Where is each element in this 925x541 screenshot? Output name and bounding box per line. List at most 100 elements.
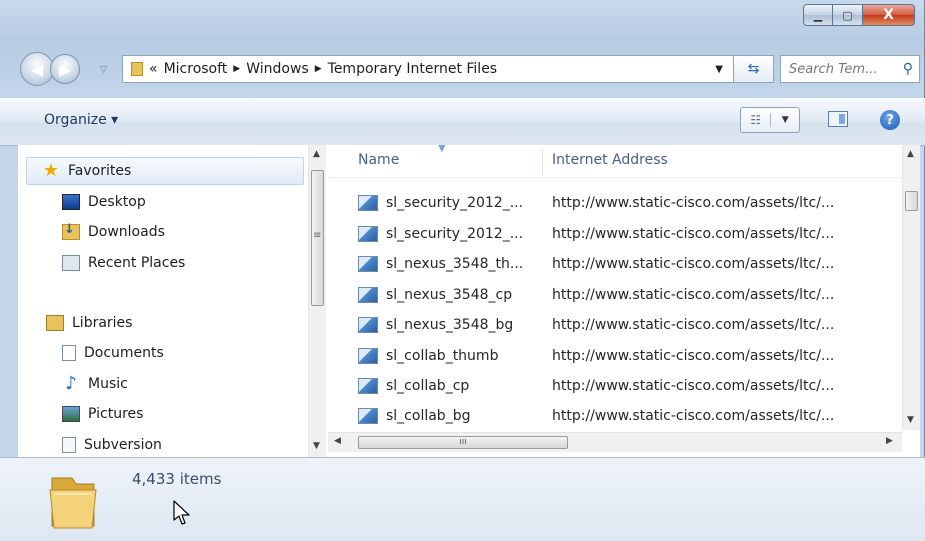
file-list: ▼ Name Internet Address sl_security_2012… — [328, 145, 920, 457]
address-dropdown-icon[interactable]: ▼ — [715, 64, 723, 75]
file-name: sl_collab_cp — [386, 378, 470, 394]
folder-icon — [131, 62, 143, 76]
column-divider[interactable] — [542, 149, 543, 175]
forward-button[interactable]: ▶ — [50, 54, 80, 84]
nav-item-pictures[interactable]: Pictures — [62, 400, 143, 428]
explorer-window: ▁ ▢ X ◀ ▶ ▽ « Microsoft ▶ Windows ▶ Temp… — [0, 0, 925, 541]
column-header-row: ▼ Name Internet Address — [328, 145, 920, 178]
organize-menu-button[interactable]: Organize ▾ — [44, 112, 118, 128]
navigation-pane-scrollbar[interactable]: ▲ ≡ ▼ — [308, 145, 326, 457]
image-file-icon — [358, 317, 378, 333]
list-item[interactable]: sl_collab_cp http://www.static-cisco.com… — [358, 374, 834, 398]
file-list-horizontal-scrollbar[interactable]: ◀ ııı ▶ — [328, 432, 902, 452]
mouse-pointer-icon — [173, 500, 190, 525]
back-button[interactable]: ◀ — [20, 52, 54, 86]
nav-label: Subversion — [84, 437, 162, 453]
nav-item-recent-places[interactable]: Recent Places — [62, 249, 185, 277]
nav-label: Desktop — [88, 194, 146, 210]
file-name: sl_security_2012_... — [386, 195, 524, 211]
image-file-icon — [358, 226, 378, 242]
nav-label: Music — [88, 376, 128, 392]
search-input[interactable] — [789, 61, 889, 77]
scroll-down-arrow-icon[interactable]: ▼ — [907, 415, 914, 425]
list-item[interactable]: sl_nexus_3548_cp http://www.static-cisco… — [358, 283, 834, 307]
nav-item-subversion[interactable]: Subversion — [62, 431, 162, 459]
nav-item-documents[interactable]: Documents — [62, 339, 164, 367]
breadcrumb-windows[interactable]: Windows — [246, 61, 309, 77]
scroll-down-arrow-icon[interactable]: ▼ — [313, 441, 320, 451]
close-button[interactable]: X — [863, 4, 915, 26]
file-url: http://www.static-cisco.com/assets/ltc/.… — [552, 408, 835, 424]
image-file-icon — [358, 408, 378, 424]
list-item[interactable]: sl_nexus_3548_th... http://www.static-ci… — [358, 252, 834, 276]
content-area: ★ Favorites Desktop Downloads Recent Pla… — [18, 145, 920, 457]
caption-buttons: ▁ ▢ X — [803, 4, 915, 26]
search-icon[interactable]: ⚲ — [903, 61, 913, 77]
back-arrow-icon: ◀ — [30, 59, 44, 79]
recent-pages-dropdown-icon[interactable]: ▽ — [100, 65, 107, 75]
file-url: http://www.static-cisco.com/assets/ltc/.… — [552, 378, 835, 394]
scrollbar-thumb[interactable]: ııı — [358, 436, 568, 449]
change-view-button[interactable]: ☷ ▼ — [740, 107, 800, 133]
list-item[interactable]: sl_nexus_3548_bg http://www.static-cisco… — [358, 313, 834, 337]
help-button[interactable]: ? — [880, 110, 900, 130]
nav-item-desktop[interactable]: Desktop — [62, 188, 146, 216]
subversion-icon — [62, 437, 76, 453]
nav-label: Downloads — [88, 224, 165, 240]
list-item[interactable]: sl_collab_bg http://www.static-cisco.com… — [358, 404, 834, 428]
image-file-icon — [358, 256, 378, 272]
scrollbar-thumb[interactable] — [905, 191, 918, 211]
refresh-button[interactable]: ⇆ — [734, 55, 774, 83]
nav-item-libraries[interactable]: Libraries — [46, 309, 132, 337]
nav-label: Documents — [84, 345, 164, 361]
scroll-grip-icon: ≡ — [313, 230, 322, 241]
breadcrumb-temporary-internet-files[interactable]: Temporary Internet Files — [328, 61, 497, 77]
preview-pane-button[interactable] — [828, 111, 848, 127]
list-item[interactable]: sl_collab_thumb http://www.static-cisco.… — [358, 344, 834, 368]
nav-item-downloads[interactable]: Downloads — [62, 218, 165, 246]
scroll-right-arrow-icon[interactable]: ▶ — [886, 436, 893, 446]
scroll-left-arrow-icon[interactable]: ◀ — [334, 436, 341, 446]
file-name: sl_collab_bg — [386, 408, 471, 424]
file-name: sl_collab_thumb — [386, 348, 499, 364]
sort-indicator-icon: ▼ — [438, 145, 446, 154]
search-box[interactable]: ⚲ — [780, 55, 920, 83]
command-bar: Organize ▾ ☷ ▼ ? — [0, 98, 925, 146]
view-dropdown-icon[interactable]: ▼ — [771, 115, 799, 125]
recent-places-icon — [62, 255, 80, 271]
breadcrumb-microsoft[interactable]: Microsoft — [164, 61, 228, 77]
scroll-up-arrow-icon[interactable]: ▲ — [313, 149, 320, 159]
list-view-icon[interactable]: ☷ — [741, 113, 772, 127]
file-url: http://www.static-cisco.com/assets/ltc/.… — [552, 317, 835, 333]
desktop-icon — [62, 194, 80, 210]
nav-item-music[interactable]: ♪ Music — [62, 370, 128, 398]
title-bar[interactable]: ▁ ▢ X — [0, 0, 925, 40]
breadcrumb-arrow-icon[interactable]: ▶ — [315, 64, 322, 74]
file-name: sl_nexus_3548_th... — [386, 256, 524, 272]
nav-item-favorites[interactable]: ★ Favorites — [42, 157, 131, 185]
image-file-icon — [358, 195, 378, 211]
music-note-icon: ♪ — [65, 373, 77, 394]
list-item[interactable]: sl_security_2012_... http://www.static-c… — [358, 222, 834, 246]
column-header-internet-address[interactable]: Internet Address — [552, 152, 668, 168]
help-icon: ? — [886, 112, 894, 128]
file-url: http://www.static-cisco.com/assets/ltc/.… — [552, 195, 835, 211]
scroll-up-arrow-icon[interactable]: ▲ — [907, 149, 914, 159]
breadcrumb-arrow-icon[interactable]: ▶ — [233, 64, 240, 74]
image-file-icon — [358, 287, 378, 303]
file-url: http://www.static-cisco.com/assets/ltc/.… — [552, 287, 835, 303]
file-url: http://www.static-cisco.com/assets/ltc/.… — [552, 226, 835, 242]
column-header-name[interactable]: Name — [358, 152, 399, 168]
maximize-button[interactable]: ▢ — [833, 4, 863, 26]
minimize-button[interactable]: ▁ — [803, 4, 833, 26]
image-file-icon — [358, 348, 378, 364]
libraries-icon — [46, 315, 64, 331]
nav-label: Recent Places — [88, 255, 186, 271]
downloads-icon — [62, 222, 80, 240]
list-item[interactable]: sl_security_2012_... http://www.static-c… — [358, 191, 834, 215]
pictures-icon — [62, 406, 80, 422]
address-bar[interactable]: « Microsoft ▶ Windows ▶ Temporary Intern… — [122, 55, 734, 83]
documents-icon — [62, 345, 76, 361]
file-list-vertical-scrollbar[interactable]: ▲ ▼ — [902, 145, 920, 430]
breadcrumb-overflow[interactable]: « — [149, 61, 158, 77]
